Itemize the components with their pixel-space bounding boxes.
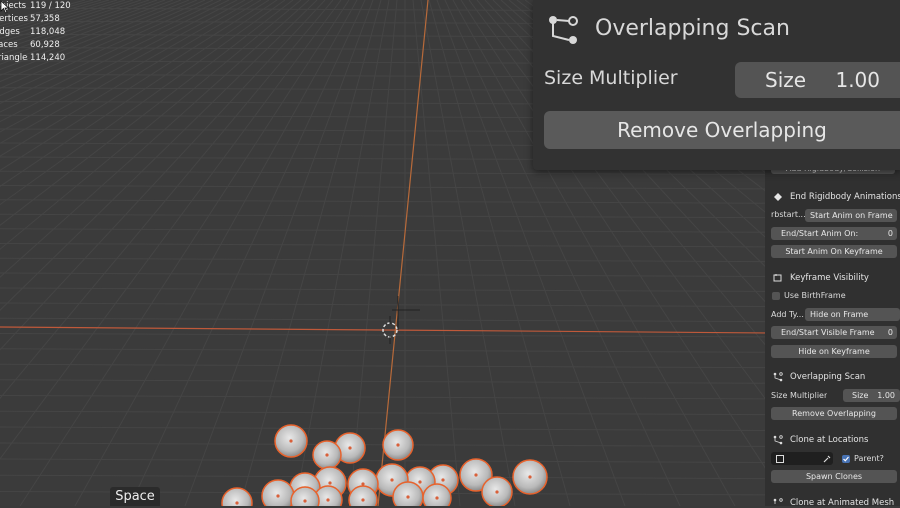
stat-key: Vertices: [0, 14, 28, 24]
stat-value: 60,928: [30, 40, 60, 50]
add-type-value: Hide on Frame: [810, 310, 869, 319]
object-origin-dot: [406, 495, 410, 499]
stat-key: Triangles: [0, 53, 28, 63]
object-box-icon: [776, 455, 784, 463]
scene-statistics: Objects119 / 120 Vertices57,358 Edges118…: [0, 0, 71, 65]
popup-size-multiplier-label: Size Multiplier: [544, 67, 678, 89]
overlapping-scan-header: Overlapping Scan: [790, 372, 866, 382]
stat-value: 114,240: [30, 53, 66, 63]
clone-animated-header: Clone at Animated Mesh: [790, 498, 895, 508]
object-origin-dot: [495, 490, 499, 494]
popup-remove-overlapping-button[interactable]: Remove Overlapping: [544, 111, 900, 149]
object-origin-dot: [528, 475, 532, 479]
parent-checkbox[interactable]: [842, 455, 850, 463]
mouse-pointer-icon: [0, 0, 10, 14]
stat-value: 57,358: [30, 14, 60, 24]
diamond-icon: [774, 193, 782, 201]
end-start-visible-value: 0: [887, 328, 893, 337]
overlapping-scan-icon: [549, 16, 578, 44]
object-picker-field[interactable]: [771, 452, 833, 465]
object-origin-dot: [390, 478, 394, 482]
object-origin-dot: [474, 473, 478, 477]
object-origin-dot: [348, 446, 352, 450]
object-origin-dot: [435, 496, 439, 500]
object-origin-dot: [361, 482, 365, 486]
object-origin-dot: [396, 443, 400, 447]
end-start-anim-field[interactable]: End/Start Anim On: 0: [771, 227, 897, 240]
keyframe-visibility-icon: [773, 274, 782, 282]
object-origin-dot: [289, 439, 293, 443]
size-value: 1.00: [877, 391, 895, 400]
stat-value: 118,048: [30, 27, 66, 37]
keypress-indicator: Space: [110, 487, 160, 506]
object-origin-dot: [361, 498, 365, 502]
clone-animated-icon: [773, 498, 783, 504]
size-key: Size: [852, 391, 869, 400]
addon-side-panel: Add Rigidbody/Collision End Rigidbody An…: [765, 160, 900, 508]
rbstart-value: Start Anim on Frame: [810, 211, 893, 220]
size-multiplier-field[interactable]: Size 1.00: [843, 389, 900, 402]
object-origin-dot: [303, 499, 307, 503]
overlapping-scan-zoom-popup: Overlapping Scan Size Multiplier Size 1.…: [533, 0, 900, 170]
clone-locations-header: Clone at Locations: [790, 435, 869, 445]
popup-size-value: 1.00: [835, 68, 880, 92]
clone-locations-icon: [773, 435, 783, 445]
keyframe-visibility-header: Keyframe Visibility: [790, 273, 869, 283]
popup-size-field[interactable]: Size 1.00: [735, 62, 900, 98]
add-type-dropdown[interactable]: Hide on Frame: [805, 308, 900, 321]
sphere-object: [348, 485, 378, 506]
rbstart-dropdown[interactable]: Start Anim on Frame: [805, 209, 897, 222]
popup-size-key: Size: [765, 68, 807, 92]
size-multiplier-label: Size Multiplier: [771, 391, 828, 400]
eyedropper-icon[interactable]: [823, 454, 832, 463]
sphere-object: [392, 481, 424, 506]
object-origin-dot: [441, 478, 445, 482]
end-start-anim-value: 0: [887, 229, 893, 238]
popup-title: Overlapping Scan: [595, 16, 790, 41]
object-origin-dot: [325, 453, 329, 457]
stat-key: Edges: [0, 27, 20, 37]
spawn-clones-button[interactable]: Spawn Clones: [771, 470, 897, 483]
stat-key: Faces: [0, 40, 18, 50]
sphere-object: [422, 483, 452, 506]
object-origin-dot: [418, 480, 422, 484]
parent-label: Parent?: [854, 454, 884, 463]
use-birthframe-checkbox[interactable]: [772, 292, 780, 300]
use-birthframe-label: Use BirthFrame: [784, 291, 846, 300]
stat-value: 119 / 120: [30, 1, 71, 11]
object-origin-dot: [276, 494, 280, 498]
object-origin-dot: [235, 501, 239, 505]
add-type-label: Add Ty...: [771, 310, 804, 319]
overlapping-scan-icon: [773, 372, 783, 382]
hide-on-keyframe-button[interactable]: Hide on Keyframe: [771, 345, 897, 358]
object-origin-dot: [326, 498, 330, 502]
rbstart-label: rbstart...: [771, 210, 806, 219]
sphere-object: [261, 479, 295, 506]
end-start-anim-label: End/Start Anim On:: [781, 229, 859, 238]
start-anim-keyframe-button[interactable]: Start Anim On Keyframe: [771, 245, 897, 258]
remove-overlapping-button[interactable]: Remove Overlapping: [771, 407, 897, 420]
object-origin-dot: [328, 481, 332, 485]
end-start-visible-label: End/Start Visible Frame: [781, 328, 875, 337]
checkmark-icon: [843, 456, 849, 462]
end-start-visible-field[interactable]: End/Start Visible Frame 0: [771, 326, 897, 339]
end-rigidbody-header: End Rigidbody Animations: [790, 192, 900, 202]
